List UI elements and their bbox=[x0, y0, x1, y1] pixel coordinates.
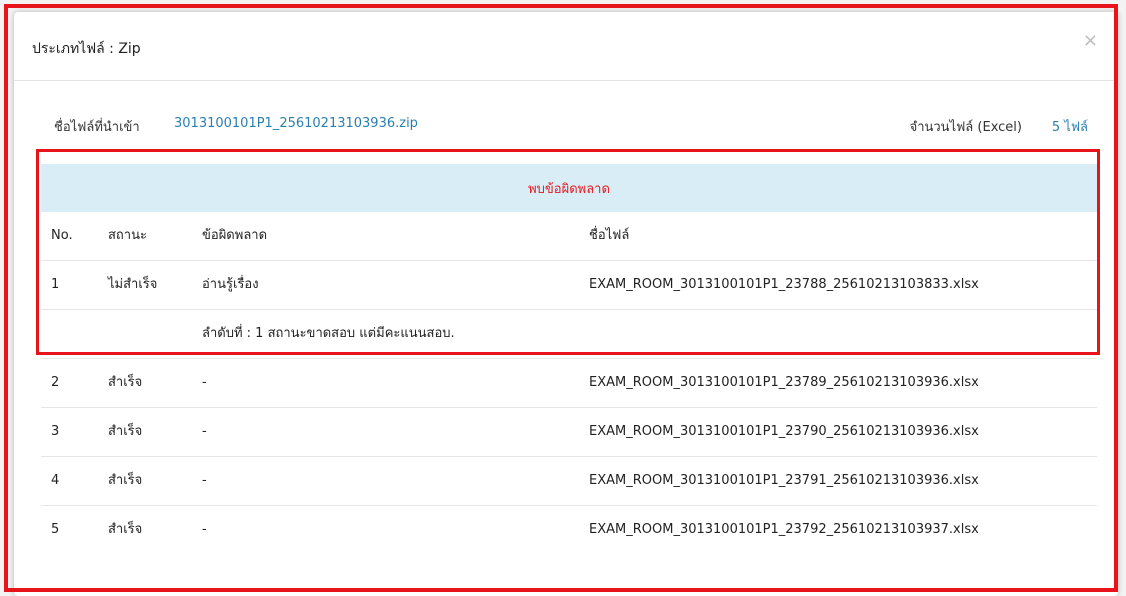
annotation-frame bbox=[4, 4, 1118, 592]
